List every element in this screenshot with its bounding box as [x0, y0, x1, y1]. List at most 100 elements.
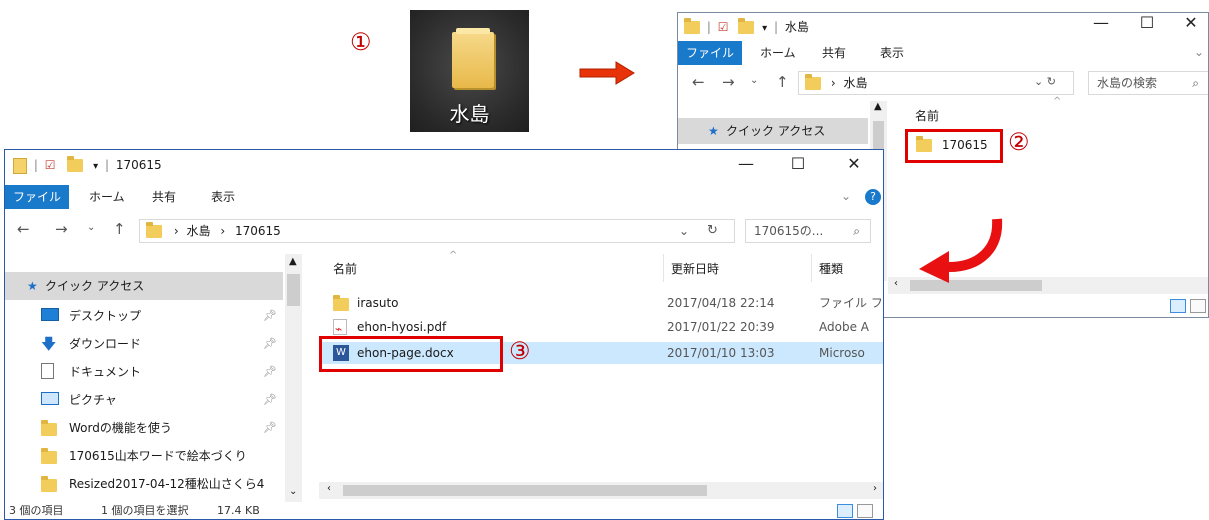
scroll-up-icon[interactable]: ▲	[874, 101, 882, 112]
up-arrow-icon[interactable]: ↑	[776, 73, 789, 91]
folder-icon	[41, 476, 57, 492]
nav-item-desktop[interactable]: デスクトップ 📌︎	[5, 302, 283, 330]
large-icons-view-icon[interactable]	[857, 504, 873, 518]
path-separator-icon: ›	[173, 224, 179, 238]
back-arrow-icon[interactable]: ←	[692, 73, 705, 91]
scroll-thumb[interactable]	[873, 121, 884, 151]
refresh-icon[interactable]: ↻	[707, 223, 718, 238]
up-arrow-icon[interactable]: ↑	[113, 220, 126, 238]
forward-arrow-icon[interactable]: →	[55, 220, 68, 238]
qat-dropdown-icon[interactable]: ▾	[762, 23, 767, 34]
close-button[interactable]: ✕	[1168, 13, 1208, 37]
breadcrumb-mizushima[interactable]: 水島	[843, 76, 867, 90]
scroll-down-icon[interactable]: ⌄	[289, 486, 297, 497]
folder-icon	[684, 18, 700, 34]
recent-dropdown-icon[interactable]: ⌄	[87, 222, 95, 233]
column-name[interactable]: 名前	[333, 260, 357, 277]
step-1-label: ①	[350, 28, 372, 56]
nav-scrollbar[interactable]: ▲ ⌄	[285, 254, 302, 502]
scroll-left-icon[interactable]: ‹	[894, 278, 898, 289]
status-bar: 3 個の項目 1 個の項目を選択 17.4 KB	[5, 502, 883, 519]
path-separator-icon: ›	[220, 224, 226, 238]
download-icon: 🡇	[41, 335, 57, 353]
nav-item-resized[interactable]: Resized2017-04-12種松山さくら4	[5, 470, 283, 498]
pin-icon[interactable]: 📌︎	[263, 358, 277, 386]
folder-icon	[67, 156, 84, 172]
search-input[interactable]: 水島の検索 ⌕	[1088, 71, 1208, 95]
tab-home[interactable]: ホーム	[760, 41, 796, 65]
column-type[interactable]: 種類	[819, 260, 843, 277]
properties-check-icon[interactable]: ☑	[718, 20, 729, 34]
h-scroll-thumb[interactable]	[343, 485, 707, 496]
minimize-button[interactable]: —	[1078, 13, 1124, 37]
file-date: 2017/04/18 22:14	[667, 296, 775, 310]
help-icon[interactable]: ?	[865, 189, 881, 205]
search-input[interactable]: 170615の... ⌕	[745, 219, 871, 243]
tab-home[interactable]: ホーム	[89, 185, 125, 209]
back-arrow-icon[interactable]: ←	[17, 220, 30, 238]
column-divider[interactable]	[811, 254, 812, 282]
scroll-right-icon[interactable]: ›	[873, 483, 877, 494]
pin-icon[interactable]: 📌︎	[263, 386, 277, 414]
search-placeholder: 170615の...	[754, 224, 824, 238]
forward-arrow-icon[interactable]: →	[722, 73, 735, 91]
recent-dropdown-icon[interactable]: ⌄	[750, 75, 758, 86]
tab-view[interactable]: 表示	[880, 41, 904, 65]
details-view-icon[interactable]	[1170, 299, 1186, 313]
nav-quick-label: クイック アクセス	[45, 279, 145, 293]
breadcrumb-170615[interactable]: 170615	[235, 224, 281, 238]
status-size: 17.4 KB	[217, 504, 260, 517]
ribbon-expand-icon[interactable]: ⌄	[841, 189, 851, 203]
large-icons-view-icon[interactable]	[1190, 299, 1206, 313]
details-view-icon[interactable]	[837, 504, 853, 518]
nav-quick-access[interactable]: ★ クイック アクセス	[5, 272, 283, 300]
nav-item-label: ドキュメント	[69, 365, 142, 379]
address-dropdown-icon[interactable]: ⌄	[679, 224, 689, 238]
pin-icon[interactable]: 📌︎	[263, 414, 277, 442]
column-date[interactable]: 更新日時	[671, 260, 719, 277]
scroll-thumb[interactable]	[287, 274, 300, 306]
file-row-irasuto[interactable]: irasuto 2017/04/18 22:14 ファイル フ	[319, 292, 883, 314]
address-bar[interactable]: › 水島	[798, 71, 1074, 95]
tab-share[interactable]: 共有	[152, 185, 176, 209]
maximize-button[interactable]: ☐	[1124, 13, 1170, 37]
tab-view[interactable]: 表示	[211, 185, 235, 209]
folder-icon	[41, 448, 57, 464]
tab-share[interactable]: 共有	[822, 41, 846, 65]
nav-item-downloads[interactable]: 🡇 ダウンロード 📌︎	[5, 330, 283, 358]
title-bar: | ☑ ▾ | 170615	[13, 155, 162, 175]
close-button[interactable]: ✕	[831, 150, 877, 178]
tab-file[interactable]: ファイル	[5, 185, 70, 209]
window-title: 水島	[784, 20, 809, 34]
tab-file[interactable]: ファイル	[678, 41, 743, 65]
window-title: 170615	[115, 158, 162, 172]
scroll-up-icon[interactable]: ▲	[289, 256, 297, 267]
nav-item-pictures[interactable]: ピクチャ 📌︎	[5, 386, 283, 414]
desktop-folder-icon[interactable]: 水島	[410, 10, 529, 132]
column-name[interactable]: 名前	[915, 107, 939, 124]
ribbon-tabs: ファイル ホーム 共有 表示 ⌄ ?	[5, 185, 883, 209]
h-scrollbar[interactable]: ‹ ›	[319, 482, 883, 499]
nav-item-word-features[interactable]: Wordの機能を使う 📌︎	[5, 414, 283, 442]
breadcrumb-mizushima[interactable]: 水島	[186, 224, 210, 238]
arrow-curved-icon	[919, 218, 1003, 283]
nav-item-label: Resized2017-04-12種松山さくら4	[69, 477, 265, 491]
nav-quick-access[interactable]: ★ クイック アクセス	[678, 118, 868, 144]
nav-item-label: Wordの機能を使う	[69, 421, 172, 435]
minimize-button[interactable]: —	[723, 150, 769, 178]
scroll-left-icon[interactable]: ‹	[327, 483, 331, 494]
qat-dropdown-icon[interactable]: ▾	[93, 161, 98, 172]
address-bar[interactable]: › 水島 › 170615	[139, 219, 735, 243]
nav-item-170615-yamamoto[interactable]: 170615山本ワードで絵本づくり	[5, 442, 283, 470]
new-file-icon[interactable]	[13, 157, 27, 174]
file-row-ehon-hyosi[interactable]: ⌁ ehon-hyosi.pdf 2017/01/22 20:39 Adobe …	[319, 316, 883, 338]
column-divider[interactable]	[663, 254, 664, 282]
nav-item-documents[interactable]: ドキュメント 📌︎	[5, 358, 283, 386]
pin-icon[interactable]: 📌︎	[263, 302, 277, 330]
properties-check-icon[interactable]: ☑	[45, 158, 56, 172]
pin-icon[interactable]: 📌︎	[263, 330, 277, 358]
address-dropdown-icon[interactable]: ⌄ ↻	[1034, 75, 1056, 88]
file-name: irasuto	[357, 296, 399, 310]
maximize-button[interactable]: ☐	[775, 150, 821, 178]
ribbon-expand-icon[interactable]: ⌄	[1194, 45, 1204, 59]
